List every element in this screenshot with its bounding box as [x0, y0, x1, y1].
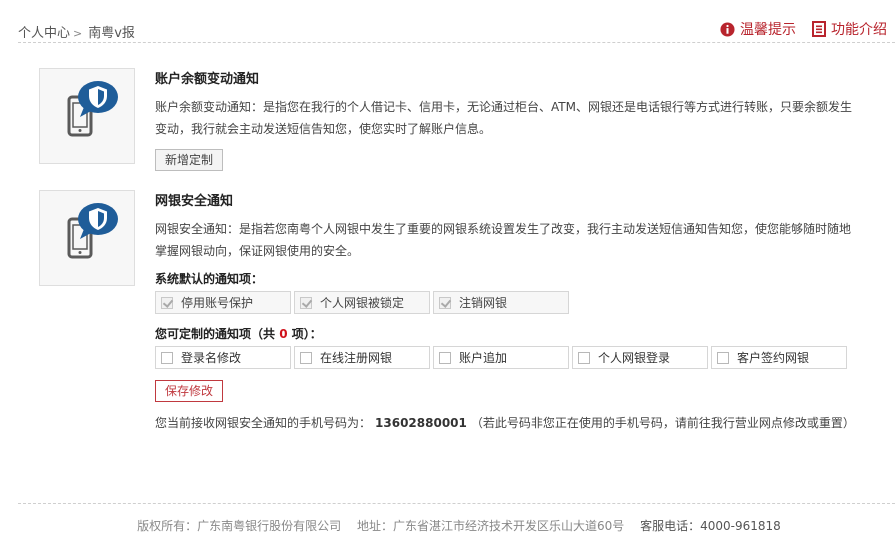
checkbox[interactable] — [439, 351, 451, 364]
page-footer: 版权所有：广东南粤银行股份有限公司 地址：广东省湛江市经济技术开发区乐山大道60… — [0, 517, 895, 534]
footer-address: 地址：广东省湛江市经济技术开发区乐山大道60号 — [357, 519, 625, 533]
custom-item-label: 个人网银登录 — [598, 351, 671, 365]
phone-info-suffix: （若此号码非您正在使用的手机号码，请前往我行营业网点修改或重置） — [470, 416, 855, 430]
intro-link[interactable]: 功能介绍 — [812, 19, 887, 39]
custom-items-count: 0 — [279, 327, 288, 341]
custom-items-row: 登录名修改 在线注册网银 账户追加 个人网银登录 客户签约网银 — [155, 346, 855, 369]
security-notification-image — [39, 190, 135, 286]
info-icon — [720, 21, 735, 37]
default-items-label: 系统默认的通知项： — [155, 272, 264, 286]
default-item: 停用账号保护 — [155, 291, 291, 314]
checkbox-checked-disabled — [161, 296, 173, 309]
custom-item-label: 账户追加 — [459, 351, 508, 365]
security-notification-description: 网银安全通知：是指若您南粤个人网银中发生了重要的网银系统设置发生了改变，我行主动… — [155, 222, 852, 258]
tips-link-label: 温馨提示 — [740, 22, 796, 38]
security-notification-section: 网银安全通知 网银安全通知：是指若您南粤个人网银中发生了重要的网银系统设置发生了… — [39, 190, 859, 440]
custom-items-label-prefix: 您可定制的通知项（共 — [155, 327, 276, 341]
custom-item-account-add[interactable]: 账户追加 — [433, 346, 569, 369]
balance-notification-description: 账户余额变动通知：是指您在我行的个人借记卡、信用卡，无论通过柜台、ATM、网银还… — [155, 100, 852, 136]
footer-divider — [18, 503, 895, 504]
balance-notification-image — [39, 68, 135, 164]
phone-info-prefix: 您当前接收网银安全通知的手机号码为： — [155, 416, 372, 430]
custom-item-label: 登录名修改 — [181, 351, 242, 365]
checkbox[interactable] — [300, 351, 312, 364]
checkbox[interactable] — [578, 351, 590, 364]
custom-item-online-register[interactable]: 在线注册网银 — [294, 346, 430, 369]
intro-link-label: 功能介绍 — [831, 22, 887, 38]
default-items-row: 停用账号保护 个人网银被锁定 注销网银 — [155, 291, 855, 314]
phone-shield-icon — [67, 81, 118, 137]
phone-info: 您当前接收网银安全通知的手机号码为： 13602880001 （若此号码非您正在使用… — [155, 414, 855, 431]
balance-notification-content: 账户余额变动通知 账户余额变动通知：是指您在我行的个人借记卡、信用卡，无论通过柜… — [155, 68, 855, 171]
security-notification-content: 网银安全通知 网银安全通知：是指若您南粤个人网银中发生了重要的网银系统设置发生了… — [155, 190, 855, 431]
checkbox-checked-disabled — [439, 296, 451, 309]
breadcrumb-current: 南粤v报 — [88, 26, 135, 41]
default-item: 注销网银 — [433, 291, 569, 314]
footer-hotline: 客服电话：4000-961818 — [640, 519, 781, 533]
document-icon — [812, 21, 826, 37]
footer-copyright: 版权所有：广东南粤银行股份有限公司 — [137, 519, 342, 533]
default-item-label: 注销网银 — [459, 296, 508, 310]
header-links: 温馨提示 功能介绍 — [704, 19, 887, 39]
save-changes-button[interactable]: 保存修改 — [155, 380, 224, 402]
phone-shield-icon — [67, 203, 118, 259]
default-item-label: 停用账号保护 — [181, 296, 254, 310]
tips-link[interactable]: 温馨提示 — [720, 19, 796, 39]
security-notification-title: 网银安全通知 — [155, 194, 234, 209]
checkbox[interactable] — [717, 351, 729, 364]
custom-item-ebank-login[interactable]: 个人网银登录 — [572, 346, 708, 369]
page-header: 个人中心 > 南粤v报 温馨提示 功能介绍 — [18, 0, 895, 43]
custom-items-label: 您可定制的通知项（共 0 项）： — [155, 325, 855, 343]
breadcrumb: 个人中心 > 南粤v报 — [18, 22, 135, 41]
balance-notification-section: 账户余额变动通知 账户余额变动通知：是指您在我行的个人借记卡、信用卡，无论通过柜… — [39, 68, 859, 171]
balance-notification-title: 账户余额变动通知 — [155, 72, 260, 87]
custom-item-customer-sign[interactable]: 客户签约网银 — [711, 346, 847, 369]
add-subscription-button[interactable]: 新增定制 — [155, 149, 224, 171]
checkbox[interactable] — [161, 351, 173, 364]
custom-item-login-name[interactable]: 登录名修改 — [155, 346, 291, 369]
custom-item-label: 客户签约网银 — [737, 351, 810, 365]
breadcrumb-home[interactable]: 个人中心 — [18, 26, 70, 41]
default-item-label: 个人网银被锁定 — [320, 296, 405, 310]
breadcrumb-separator: > — [73, 27, 83, 40]
default-item: 个人网银被锁定 — [294, 291, 430, 314]
phone-number: 13602880001 — [375, 416, 467, 430]
custom-item-label: 在线注册网银 — [320, 351, 393, 365]
checkbox-checked-disabled — [300, 296, 312, 309]
custom-items-label-suffix: 项）： — [291, 327, 322, 341]
